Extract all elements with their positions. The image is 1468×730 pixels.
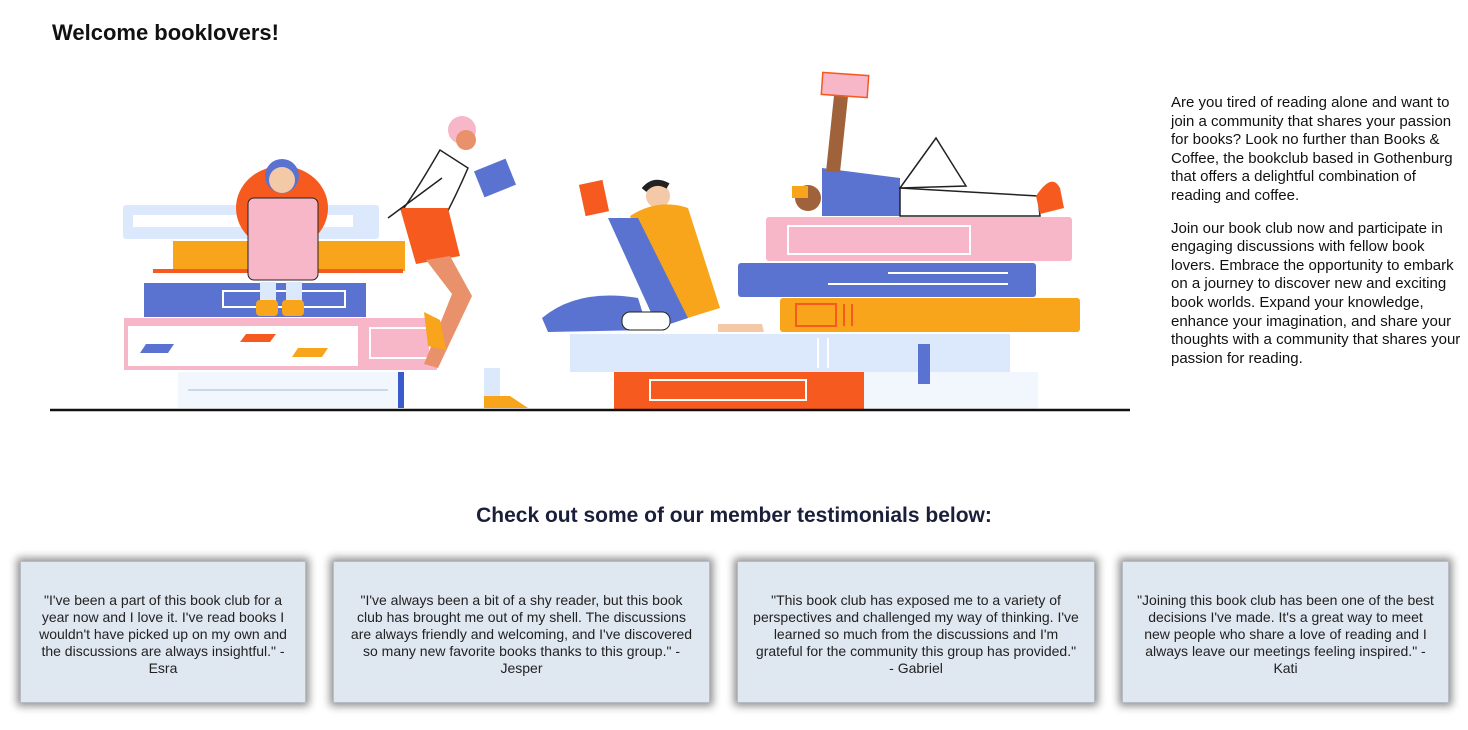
testimonial-card-esra: "I've been a part of this book club for … [20,561,306,703]
hero-illustration [48,68,1132,414]
testimonial-text: "I've been a part of this book club for … [39,592,287,676]
right-book-stack [738,217,1080,332]
lying-reader-figure [792,71,1064,217]
testimonial-text: "I've always been a bit of a shy reader,… [350,592,693,676]
testimonial-text: "Joining this book club has been one of … [1137,592,1434,676]
intro-text: Are you tired of reading alone and want … [1171,94,1463,382]
intro-paragraph-2: Join our book club now and participate i… [1171,219,1461,367]
page-title: Welcome booklovers! [52,20,279,45]
sitting-man-figure [542,179,764,332]
testimonial-text: "This book club has exposed me to a vari… [753,592,1079,676]
middle-book-stack [570,334,1038,410]
intro-paragraph-1: Are you tired of reading alone and want … [1171,94,1453,204]
testimonial-card-kati: "Joining this book club has been one of … [1122,561,1449,703]
testimonials-heading: Check out some of our member testimonial… [476,504,992,527]
reading-people-illustration [50,71,1130,412]
testimonial-card-jesper: "I've always been a bit of a shy reader,… [333,561,710,703]
testimonial-card-gabriel: "This book club has exposed me to a vari… [737,561,1095,703]
